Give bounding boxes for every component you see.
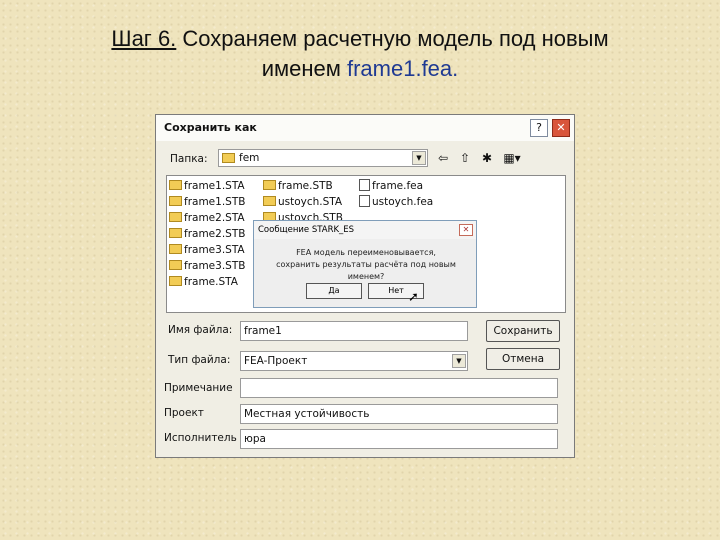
list-item[interactable]: frame2.STA [169, 210, 245, 226]
back-icon[interactable]: ⇦ [434, 149, 452, 167]
filename-field[interactable]: frame1 [240, 321, 468, 341]
list-item[interactable]: ustoych.STA [263, 194, 342, 210]
step-label: Шаг 6. [111, 26, 177, 51]
cancel-button[interactable]: Отмена [486, 348, 560, 370]
message-title: Сообщение STARK_ES [258, 225, 355, 235]
message-titlebar: Сообщение STARK_ES ✕ [254, 221, 476, 239]
save-button[interactable]: Сохранить [486, 320, 560, 342]
folder-label: Папка: [170, 153, 208, 165]
folder-icon [222, 153, 235, 163]
mouse-cursor-icon: ➚ [408, 290, 419, 305]
author-field[interactable]: юра [240, 429, 558, 449]
project-label: Проект [164, 407, 204, 419]
list-item[interactable]: frame.STB [263, 178, 333, 194]
folder-icon [169, 212, 182, 222]
folder-icon [263, 196, 276, 206]
list-item[interactable]: frame1.STA [169, 178, 245, 194]
folder-icon [263, 180, 276, 190]
list-item[interactable]: frame.fea [359, 178, 423, 194]
view-menu-icon[interactable]: ▦▾ [500, 149, 524, 167]
list-item[interactable]: frame3.STA [169, 242, 245, 258]
title-dot: . [452, 56, 459, 81]
folder-icon [169, 276, 182, 286]
document-icon [359, 179, 370, 191]
message-line1: FEA модель переименовывается, [296, 248, 436, 257]
folder-combo[interactable]: fem ▼ [218, 149, 428, 167]
folder-icon [169, 260, 182, 270]
folder-icon [169, 244, 182, 254]
folder-icon [169, 196, 182, 206]
project-field[interactable]: Местная устойчивость [240, 404, 558, 424]
note-label: Примечание [164, 382, 233, 394]
title-text-2: именем [261, 56, 347, 81]
title-text: Сохраняем расчетную модель под новым [176, 26, 609, 51]
message-line2: сохранить результаты расчёта под новым и… [276, 260, 456, 281]
folder-icon [169, 228, 182, 238]
help-button[interactable]: ? [530, 119, 548, 137]
filetype-value: FEA-Проект [244, 355, 308, 367]
title-filename: frame1.fea [346, 56, 453, 81]
list-item[interactable]: frame2.STB [169, 226, 245, 242]
author-label: Исполнитель [164, 432, 237, 444]
slide-title: Шаг 6. Сохраняем расчетную модель под но… [0, 24, 720, 84]
slide-title-line2: именем frame1.fea. [0, 54, 720, 84]
chevron-down-icon[interactable]: ▼ [452, 354, 466, 368]
dialog-titlebar: Сохранить как ? ✕ [156, 115, 574, 141]
folder-value: fem [239, 152, 260, 164]
close-icon[interactable]: ✕ [459, 224, 473, 236]
dialog-title: Сохранить как [164, 121, 257, 134]
filename-label: Имя файла: [168, 324, 233, 336]
filetype-select[interactable]: FEA-Проект ▼ [240, 351, 468, 371]
yes-button[interactable]: Да [306, 283, 362, 299]
slide-title-line1: Шаг 6. Сохраняем расчетную модель под но… [0, 24, 720, 54]
close-button[interactable]: ✕ [552, 119, 570, 137]
message-box: Сообщение STARK_ES ✕ FEA модель переимен… [253, 220, 477, 308]
new-folder-icon[interactable]: ✱ [478, 149, 496, 167]
filetype-label: Тип файла: [168, 354, 231, 366]
up-folder-icon[interactable]: ⇧ [456, 149, 474, 167]
document-icon [359, 195, 370, 207]
list-item[interactable]: frame.STA [169, 274, 238, 290]
folder-icon [169, 180, 182, 190]
message-text: FEA модель переименовывается, сохранить … [258, 247, 474, 283]
note-field[interactable] [240, 378, 558, 398]
list-item[interactable]: ustoych.fea [359, 194, 433, 210]
chevron-down-icon[interactable]: ▼ [412, 151, 426, 165]
list-item[interactable]: frame3.STB [169, 258, 245, 274]
list-item[interactable]: frame1.STB [169, 194, 245, 210]
